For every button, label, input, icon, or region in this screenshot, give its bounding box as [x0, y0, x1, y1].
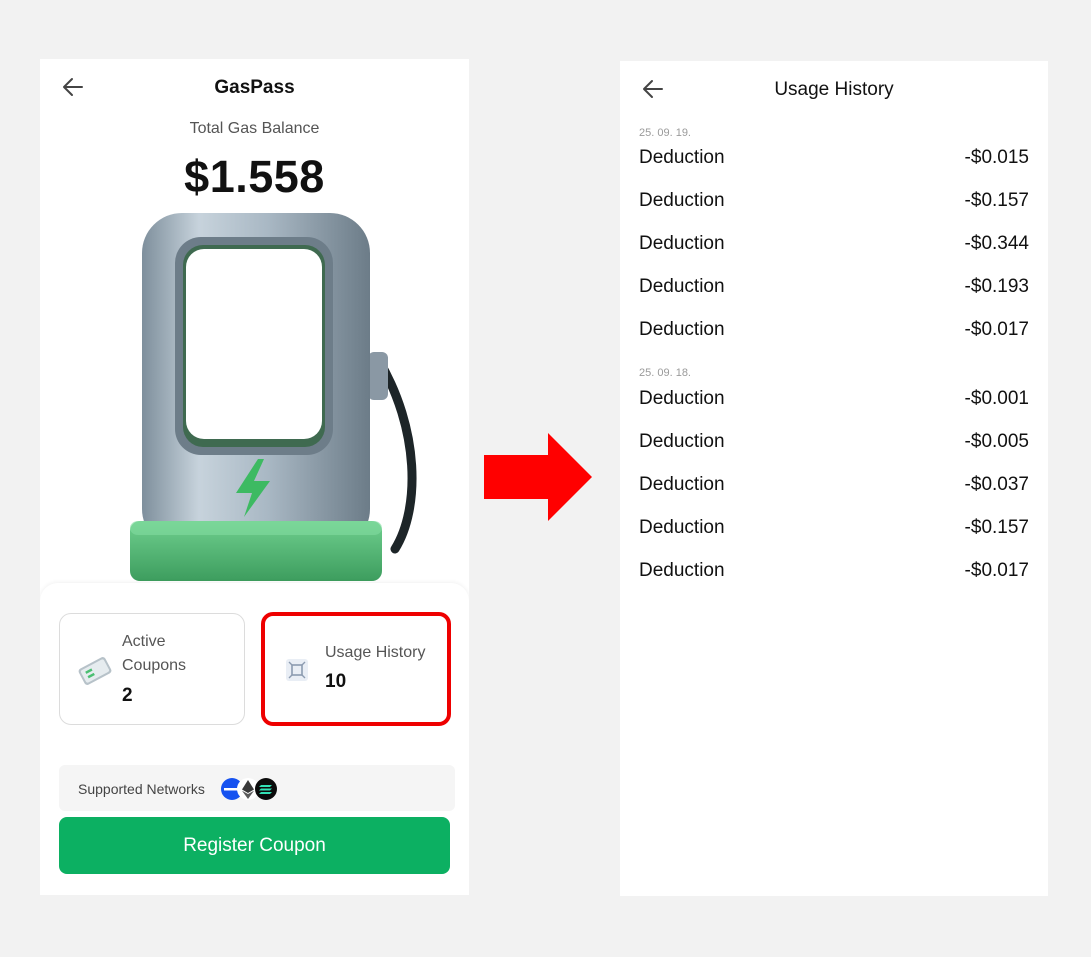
- row-label: Deduction: [639, 560, 725, 581]
- row-label: Deduction: [639, 190, 725, 211]
- row-amount: -$0.157: [964, 517, 1029, 538]
- row-amount: -$0.017: [964, 560, 1029, 581]
- usage-history-count: 10: [325, 671, 347, 692]
- history-row: Deduction -$0.157: [639, 190, 1029, 220]
- usage-history-label: Usage History: [325, 644, 426, 661]
- usage-history-screen: Usage History 25. 09. 19. Deduction -$0.…: [620, 61, 1048, 896]
- history-row: Deduction -$0.017: [639, 560, 1029, 590]
- active-coupons-count: 2: [122, 685, 133, 706]
- gaspass-screen: GasPass Total Gas Balance $1.558 Active …: [40, 59, 469, 895]
- row-amount: -$0.193: [964, 276, 1029, 297]
- history-row: Deduction -$0.005: [639, 431, 1029, 461]
- history-row: Deduction -$0.344: [639, 233, 1029, 263]
- active-coupons-card[interactable]: Active Coupons 2: [59, 613, 245, 725]
- history-row: Deduction -$0.193: [639, 276, 1029, 306]
- coupon-icon: [74, 650, 116, 697]
- history-row: Deduction -$0.037: [639, 474, 1029, 504]
- date-header: 25. 09. 18.: [639, 367, 691, 379]
- row-label: Deduction: [639, 276, 725, 297]
- page-title: GasPass: [214, 77, 295, 98]
- row-label: Deduction: [639, 388, 725, 409]
- date-header: 25. 09. 19.: [639, 127, 691, 139]
- row-label: Deduction: [639, 319, 725, 340]
- history-row: Deduction -$0.017: [639, 319, 1029, 349]
- row-amount: -$0.015: [964, 147, 1029, 168]
- row-label: Deduction: [639, 517, 725, 538]
- row-amount: -$0.001: [964, 388, 1029, 409]
- row-amount: -$0.157: [964, 190, 1029, 211]
- solana-icon: [255, 778, 277, 800]
- active-coupons-label-line1: Active: [122, 633, 166, 650]
- history-row: Deduction -$0.157: [639, 517, 1029, 547]
- balance-value: $1.558: [184, 151, 325, 202]
- balance-label: Total Gas Balance: [189, 120, 320, 137]
- row-label: Deduction: [639, 474, 725, 495]
- history-row: Deduction -$0.015: [639, 147, 1029, 177]
- network-icons: [221, 778, 281, 800]
- page-title: Usage History: [774, 79, 894, 100]
- gas-pump-illustration: [130, 213, 417, 581]
- row-label: Deduction: [639, 431, 725, 452]
- history-row: Deduction -$0.001: [639, 388, 1029, 418]
- supported-networks-bar: Supported Networks: [59, 765, 455, 811]
- row-label: Deduction: [639, 233, 725, 254]
- supported-networks-label: Supported Networks: [78, 781, 205, 797]
- transition-arrow-icon: [484, 433, 592, 521]
- active-coupons-label-line2: Coupons: [122, 657, 187, 674]
- summary-sheet: Active Coupons 2 Usage History 10 Suppor…: [40, 583, 469, 895]
- register-coupon-button[interactable]: Register Coupon: [59, 817, 450, 874]
- row-amount: -$0.037: [964, 474, 1029, 495]
- usage-history-card[interactable]: Usage History 10: [261, 612, 451, 726]
- row-amount: -$0.344: [964, 233, 1029, 254]
- row-label: Deduction: [639, 147, 725, 168]
- row-amount: -$0.017: [964, 319, 1029, 340]
- row-amount: -$0.005: [964, 431, 1029, 452]
- history-icon: [283, 656, 311, 689]
